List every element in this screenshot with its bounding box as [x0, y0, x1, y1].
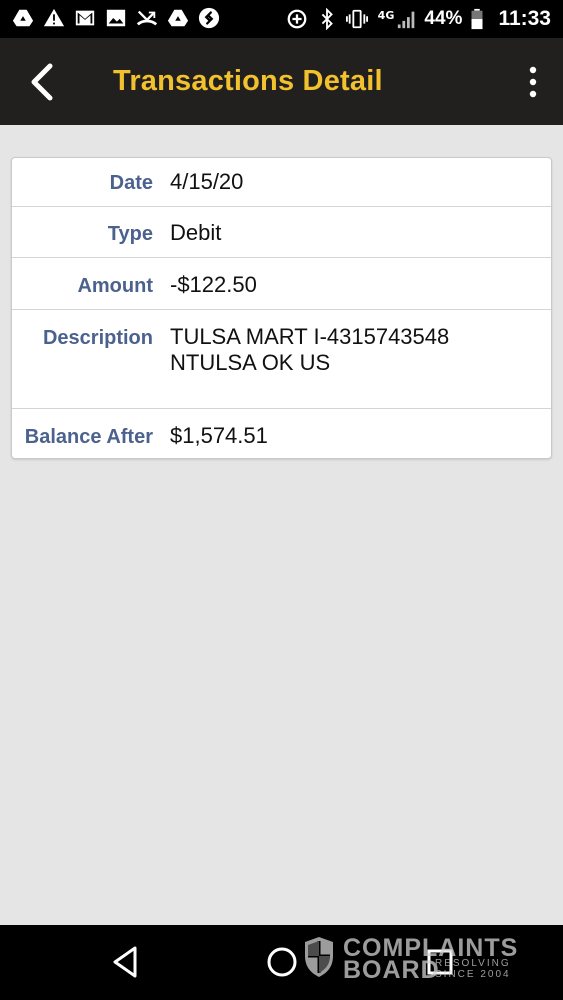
type-value: Debit	[170, 220, 222, 245]
drive-icon	[12, 7, 34, 29]
transaction-detail-card: Date 4/15/20 Type Debit Amount -$122.50 …	[11, 157, 552, 459]
bluetooth-icon	[316, 8, 338, 30]
detail-row-type: Type Debit	[12, 206, 551, 258]
back-arrow-icon	[31, 63, 53, 101]
network-type-label: 4G	[378, 9, 395, 22]
balance-after-value: $1,574.51	[170, 423, 268, 448]
notification-icons	[12, 7, 220, 29]
warning-icon	[43, 7, 65, 29]
back-icon	[113, 946, 137, 978]
balance-after-label: Balance After	[24, 426, 153, 448]
shazam-icon	[198, 7, 220, 29]
date-value: 4/15/20	[170, 169, 244, 194]
nav-back-button[interactable]	[110, 945, 142, 979]
watermark-tagline: RESOLVING SINCE 2004	[435, 958, 511, 980]
more-vert-icon	[529, 66, 537, 98]
missed-call-icon	[136, 7, 158, 29]
clock: 11:33	[498, 7, 551, 30]
page-title: Transactions Detail	[113, 65, 383, 97]
battery-percent: 44%	[424, 8, 463, 29]
home-icon	[267, 947, 297, 977]
description-value: TULSA MART I-4315743548 NTULSA OK US	[170, 324, 450, 375]
watermark-small2: SINCE 2004	[435, 969, 511, 980]
amount-value: -$122.50	[170, 272, 257, 297]
app-bar: Transactions Detail	[0, 38, 563, 125]
gmail-icon	[74, 7, 96, 29]
drive-icon	[167, 7, 189, 29]
battery-icon	[470, 8, 484, 30]
description-label: Description	[42, 327, 153, 349]
type-label: Type	[107, 223, 153, 245]
watermark-small1: RESOLVING	[435, 958, 511, 969]
system-status-icons: 4G 44% 11:33	[286, 7, 551, 31]
detail-row-date: Date 4/15/20	[12, 158, 551, 207]
status-bar: 4G 44% 11:33	[0, 0, 563, 38]
image-icon	[105, 7, 127, 29]
overflow-menu-button[interactable]	[523, 64, 543, 100]
data-saver-icon	[286, 8, 308, 30]
detail-row-balance-after: Balance After $1,574.51	[12, 409, 551, 457]
detail-row-description: Description TULSA MART I-4315743548 NTUL…	[12, 310, 551, 409]
shield-logo-icon	[305, 937, 333, 977]
back-button[interactable]	[22, 60, 66, 104]
vibrate-icon	[346, 8, 369, 30]
date-label: Date	[109, 172, 153, 194]
watermark-line2: BOARD	[343, 956, 440, 984]
nav-home-button[interactable]	[266, 946, 298, 978]
lte-signal-icon: 4G	[376, 8, 416, 30]
complaints-board-watermark: COMPLAINTS BOARD RESOLVING SINCE 2004	[303, 934, 523, 990]
detail-row-amount: Amount -$122.50	[12, 258, 551, 310]
amount-label: Amount	[77, 275, 153, 297]
